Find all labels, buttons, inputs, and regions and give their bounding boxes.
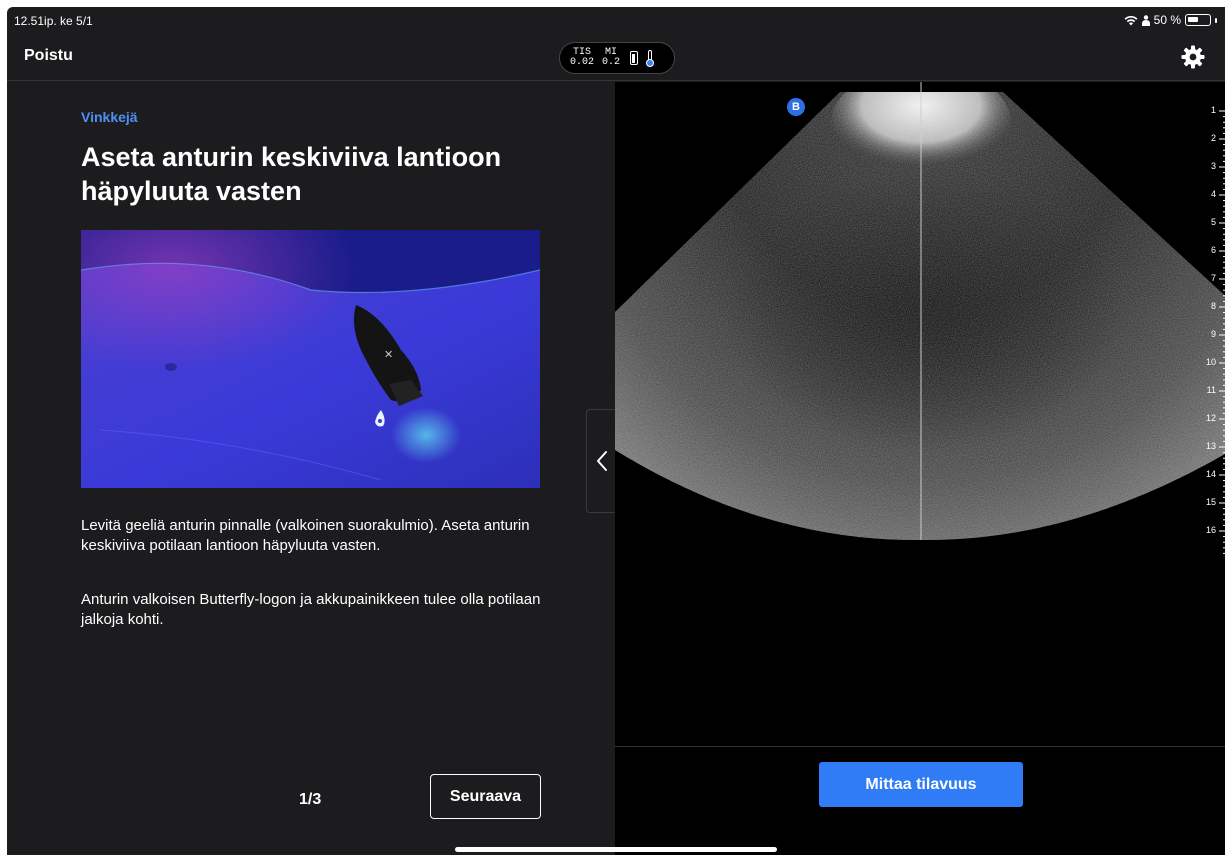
tip-paragraph-2: Anturin valkoisen Butterfly-logon ja akk… xyxy=(81,591,541,628)
location-person-icon xyxy=(1141,14,1150,26)
battery-percent: 50 % xyxy=(1153,13,1181,27)
depth-label: 9 xyxy=(1210,329,1216,339)
tip-paragraph-1: Levitä geeliä anturin pinnalle (valkoine… xyxy=(81,517,530,554)
mi-value: 0.2 xyxy=(602,57,621,68)
top-bar: Poistu TIS 0.02 MI 0.2 xyxy=(7,33,1225,81)
collapse-panel-tab[interactable] xyxy=(586,409,616,513)
chevron-left-icon xyxy=(596,451,607,471)
probe-battery-icon xyxy=(630,51,639,65)
depth-label: 11 xyxy=(1206,385,1216,395)
battery-icon xyxy=(1185,14,1211,26)
b-mode-badge: B xyxy=(787,98,805,116)
probe-placement-illustration: ✕ xyxy=(81,230,540,488)
depth-label: 14 xyxy=(1205,469,1216,479)
tips-panel: Vinkkejä Aseta anturin keskiviiva lantio… xyxy=(7,82,615,855)
page-indicator: 1/3 xyxy=(299,791,322,808)
next-button[interactable]: Seuraava xyxy=(430,774,541,819)
status-bar: 12.51ip. ke 5/1 50 % xyxy=(7,7,1225,33)
depth-label: 10 xyxy=(1205,357,1216,367)
tis-value: 0.02 xyxy=(570,57,595,68)
exit-button[interactable]: Poistu xyxy=(24,47,73,65)
battery-nub xyxy=(1215,17,1217,23)
depth-label: 12 xyxy=(1205,413,1216,423)
tis-index: TIS 0.02 xyxy=(570,48,594,68)
tip-title: Aseta anturin keskiviiva lantioon häpylu… xyxy=(81,142,502,206)
mi-index: MI 0.2 xyxy=(602,48,620,68)
ultrasound-image[interactable] xyxy=(615,82,1225,747)
depth-label: 4 xyxy=(1210,189,1216,199)
home-indicator xyxy=(455,847,777,852)
depth-label: 2 xyxy=(1210,133,1216,143)
butterfly-logo-mark: ✕ xyxy=(384,348,393,361)
depth-label: 7 xyxy=(1210,273,1216,283)
depth-label: 3 xyxy=(1210,161,1216,171)
depth-label: 6 xyxy=(1210,245,1216,255)
status-time: 12.51ip. ke 5/1 xyxy=(14,14,93,28)
depth-label: 16 xyxy=(1205,525,1216,535)
ultrasound-panel: B 1 2 3 4 5 6 7 8 9 10 11 12 13 14 15 16 Mittaa tilavuu… xyxy=(615,82,1225,855)
depth-label: 1 xyxy=(1210,105,1216,115)
status-indicators: 50 % xyxy=(1124,13,1217,27)
acoustic-indices-pill[interactable]: TIS 0.02 MI 0.2 xyxy=(559,42,675,74)
depth-label: 8 xyxy=(1210,301,1216,311)
depth-label: 5 xyxy=(1210,217,1216,227)
measure-volume-button[interactable]: Mittaa tilavuus xyxy=(819,762,1023,807)
app-screen: 12.51ip. ke 5/1 50 % Poistu TIS 0.02 MI … xyxy=(7,7,1225,855)
depth-label: 13 xyxy=(1205,441,1216,451)
wifi-icon xyxy=(1124,15,1138,25)
depth-label: 15 xyxy=(1205,497,1216,507)
tips-section-label: Vinkkejä xyxy=(81,109,138,125)
divider xyxy=(615,746,1225,747)
thermometer-icon xyxy=(646,50,655,67)
gear-icon[interactable] xyxy=(1181,45,1205,69)
